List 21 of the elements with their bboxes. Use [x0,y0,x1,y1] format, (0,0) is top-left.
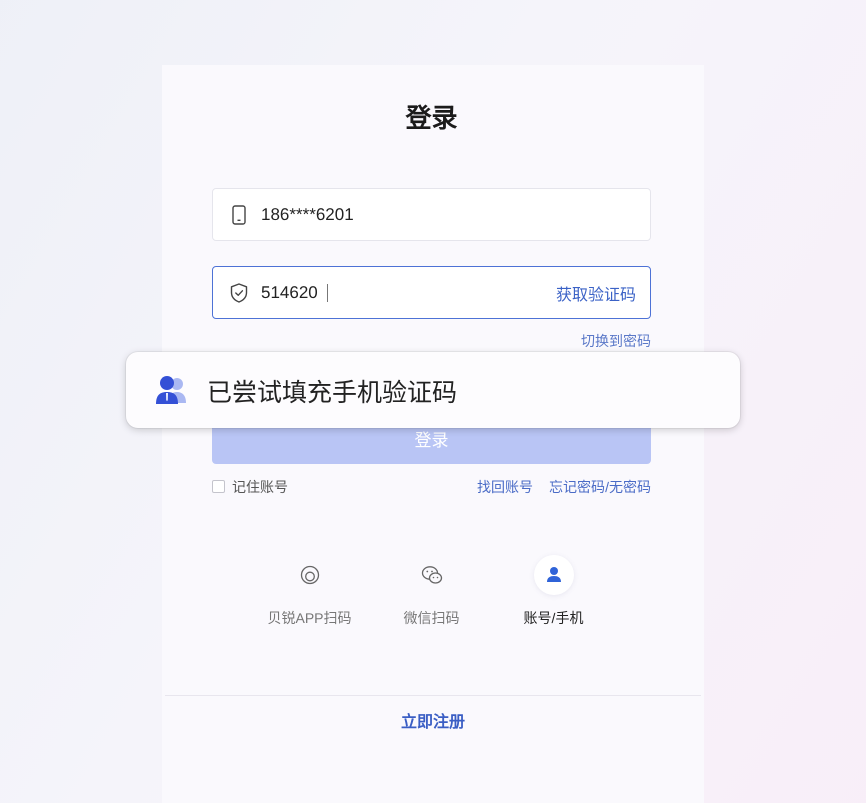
person-icon [534,555,574,595]
register-link[interactable]: 立即注册 [401,713,465,733]
login-method-tab[interactable]: 微信扫码 [376,555,486,627]
get-code-link[interactable]: 获取验证码 [556,280,636,304]
shield-check-icon [230,282,248,302]
phone-field[interactable]: 186****6201 [212,188,651,241]
ring-icon [300,565,320,585]
login-method-tab[interactable]: 贝锐APP扫码 [254,555,364,627]
forgot-password-link[interactable]: 忘记密码/无密码 [549,476,651,496]
users-icon [155,375,187,405]
verification-code-field[interactable]: 514620 获取验证码 [212,266,651,319]
toast-message: 已尝试填充手机验证码 [207,378,457,408]
switch-to-password-link[interactable]: 切换到密码 [581,333,651,350]
text-cursor-icon [326,284,328,302]
login-method-tab[interactable]: 账号/手机 [498,555,608,627]
find-account-link[interactable]: 找回账号 [477,476,534,496]
phone-icon [232,204,246,224]
chat-bubbles-icon [420,565,442,585]
page-title: 登录 [406,103,458,133]
checkbox[interactable] [212,480,225,492]
remember-account-label: 记住账号 [232,478,288,496]
